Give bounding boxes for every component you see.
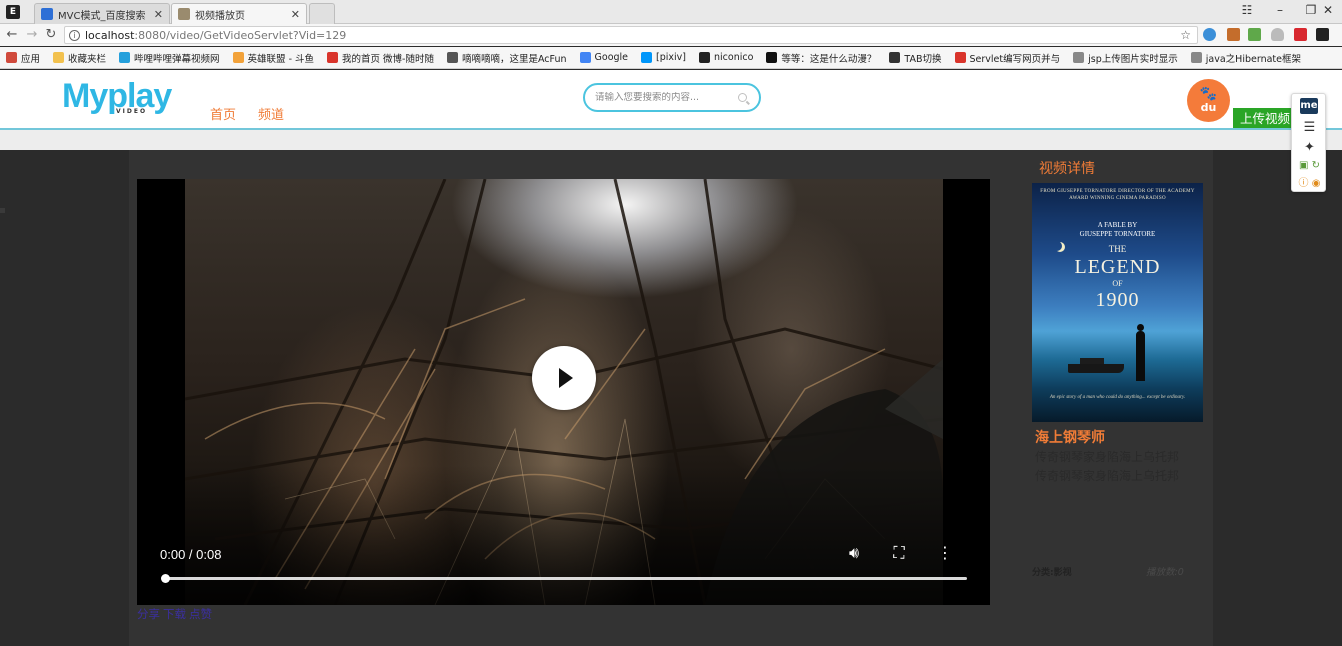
- header-subbar: [0, 130, 1342, 150]
- download-link[interactable]: 下载: [163, 607, 186, 621]
- extension-ublock-icon[interactable]: [1271, 28, 1284, 41]
- douyu-icon: [232, 52, 244, 63]
- google-icon: [579, 52, 591, 63]
- tab-baidu-search[interactable]: MVC模式_百度搜索 ✕: [34, 3, 170, 24]
- back-icon[interactable]: ←: [4, 27, 20, 42]
- bookmark-item[interactable]: 应用: [6, 51, 40, 65]
- extension-dark-icon[interactable]: [1316, 28, 1329, 41]
- extension-translate-icon[interactable]: [1248, 28, 1261, 41]
- bookmark-page-icon: [1190, 52, 1202, 63]
- profile-icon[interactable]: ☷: [1232, 3, 1262, 17]
- bookmark-item[interactable]: Google: [579, 52, 628, 63]
- volume-icon[interactable]: 🔊︎: [843, 543, 865, 563]
- user-avatar[interactable]: 🐾 du: [1187, 79, 1230, 122]
- search-input[interactable]: [595, 92, 735, 103]
- controls-overlay: [137, 465, 990, 605]
- tab-close-icon[interactable]: ✕: [154, 8, 163, 21]
- left-edge-marker: [0, 208, 5, 213]
- bookmark-item[interactable]: 我的首页 微博-随时随: [327, 51, 434, 65]
- like-link[interactable]: 点赞: [189, 607, 212, 621]
- poster-title: THE LEGEND OF 1900: [1074, 244, 1161, 311]
- man-silhouette-icon: [1136, 324, 1145, 381]
- bilibili-icon: [119, 52, 131, 63]
- new-tab-button[interactable]: [309, 3, 335, 24]
- close-window-icon[interactable]: ✕: [1313, 3, 1342, 17]
- bookmarks-bar: 应用 收藏夹栏 哔哩哔哩弹幕视频网 英雄联盟 - 斗鱼 我的首页 微博-随时随 …: [0, 47, 1342, 69]
- bookmark-item[interactable]: 嘀嘀嘀嘀，这里是AcFun: [446, 51, 567, 65]
- bookmark-item[interactable]: TAB切换: [889, 51, 942, 65]
- bookmark-item[interactable]: 收藏夹栏: [53, 51, 106, 65]
- bookmark-page-icon: [1073, 52, 1085, 63]
- bookmark-page-icon: [889, 52, 901, 63]
- more-options-icon[interactable]: ⋮: [934, 543, 956, 562]
- acfun-icon: [446, 52, 458, 63]
- tab-video-page[interactable]: 视频播放页 ✕: [171, 3, 307, 24]
- main-content: 0:00 / 0:08 🔊︎ ⛶ ⋮ 分享 下载 点赞 视频详情 FROM GIUS…: [0, 150, 1342, 646]
- share-link[interactable]: 分享: [137, 607, 160, 621]
- play-count: 播放数:0: [1146, 567, 1184, 578]
- site-info-icon[interactable]: i: [69, 29, 80, 41]
- fullscreen-icon[interactable]: ⛶: [888, 543, 910, 563]
- window-app-icon[interactable]: E: [6, 5, 20, 19]
- extension-shield-icon[interactable]: [1203, 28, 1216, 41]
- poster-fable: A FABLE BY GIUSEPPE TORNATORE: [1079, 221, 1156, 238]
- search-icon[interactable]: [738, 93, 747, 102]
- reload-icon[interactable]: ↻: [43, 27, 59, 42]
- forward-icon[interactable]: →: [24, 27, 40, 42]
- weibo-icon: [327, 52, 339, 63]
- csdn-icon: [954, 52, 966, 63]
- play-button[interactable]: [532, 346, 596, 410]
- movie-description: 传奇钢琴家身陷海上乌托邦: [1035, 450, 1180, 464]
- movie-title: 海上钢琴师: [1035, 430, 1105, 446]
- tab-close-icon[interactable]: ✕: [291, 8, 300, 21]
- pixiv-icon: [641, 52, 653, 63]
- menu-icon[interactable]: ☰: [1292, 120, 1327, 135]
- bookmark-star-icon[interactable]: ☆: [1180, 28, 1191, 42]
- site-header: Myplay VIDEO 首页 频道 🐾 du 上传视频: [0, 70, 1342, 129]
- movie-poster: FROM GIUSEPPE TORNATORE DIRECTOR OF THE …: [1032, 183, 1203, 422]
- video-progress-bar[interactable]: [161, 574, 967, 583]
- poster-tagline: An epic story of a man who could do anyt…: [1049, 395, 1186, 400]
- bookmark-item[interactable]: jsp上传图片实时显示: [1073, 51, 1178, 65]
- extension-popup: me ☰ ✦ ▣ ↻ ⓘ ◉: [1291, 93, 1326, 192]
- refresh-icon[interactable]: ▣ ↻: [1292, 160, 1327, 171]
- bookmark-item[interactable]: niconico: [699, 52, 753, 63]
- bookmark-item[interactable]: [pixiv]: [641, 52, 686, 63]
- video-category: 分类:影视: [1032, 568, 1072, 578]
- browser-tab-strip: E MVC模式_百度搜索 ✕ 视频播放页 ✕ ☷ – ❐ ✕: [0, 0, 1342, 24]
- movie-description: 传奇钢琴家身陷海上乌托邦: [1035, 469, 1180, 483]
- extension-red-icon[interactable]: [1294, 28, 1307, 41]
- site-logo-subtitle: VIDEO: [116, 108, 148, 115]
- baidu-favicon-icon: [41, 8, 53, 20]
- bookmark-item[interactable]: 哔哩哔哩弹幕视频网: [119, 51, 220, 65]
- video-detail-heading: 视频详情: [1039, 161, 1095, 177]
- bookmark-item[interactable]: java之Hibernate框架: [1190, 51, 1301, 65]
- url-input[interactable]: i localhost:8080/video/GetVideoServlet?V…: [64, 26, 1198, 44]
- me-extension-icon[interactable]: me: [1300, 98, 1318, 114]
- minimize-icon[interactable]: –: [1265, 3, 1295, 17]
- magic-wand-icon[interactable]: ✦: [1292, 140, 1327, 155]
- progress-handle[interactable]: [161, 574, 170, 583]
- nav-home-link[interactable]: 首页: [210, 104, 236, 123]
- video-actions: 分享 下载 点赞: [137, 606, 215, 622]
- niconico-icon: [699, 52, 710, 63]
- apps-grid-icon: [6, 52, 17, 63]
- bookmark-page-icon: [766, 52, 778, 63]
- extension-cookie-icon[interactable]: [1227, 28, 1240, 41]
- poster-credit: FROM GIUSEPPE TORNATORE DIRECTOR OF THE …: [1040, 189, 1195, 201]
- folder-icon: [53, 52, 65, 63]
- time-display: 0:00 / 0:08: [160, 547, 222, 562]
- video-page-favicon-icon: [178, 8, 190, 20]
- bookmark-item[interactable]: 英雄联盟 - 斗鱼: [232, 51, 314, 65]
- address-bar-row: ← → ↻ i localhost:8080/video/GetVideoSer…: [0, 24, 1342, 46]
- nav-channel-link[interactable]: 频道: [258, 104, 284, 123]
- eye-icon[interactable]: ⓘ ◉: [1292, 174, 1327, 189]
- bookmark-item[interactable]: 等等：这是什么动漫？: [766, 51, 876, 65]
- ship-icon: [1068, 358, 1124, 373]
- search-box: [583, 83, 761, 112]
- bookmark-item[interactable]: Servlet编写网页并与: [954, 51, 1060, 65]
